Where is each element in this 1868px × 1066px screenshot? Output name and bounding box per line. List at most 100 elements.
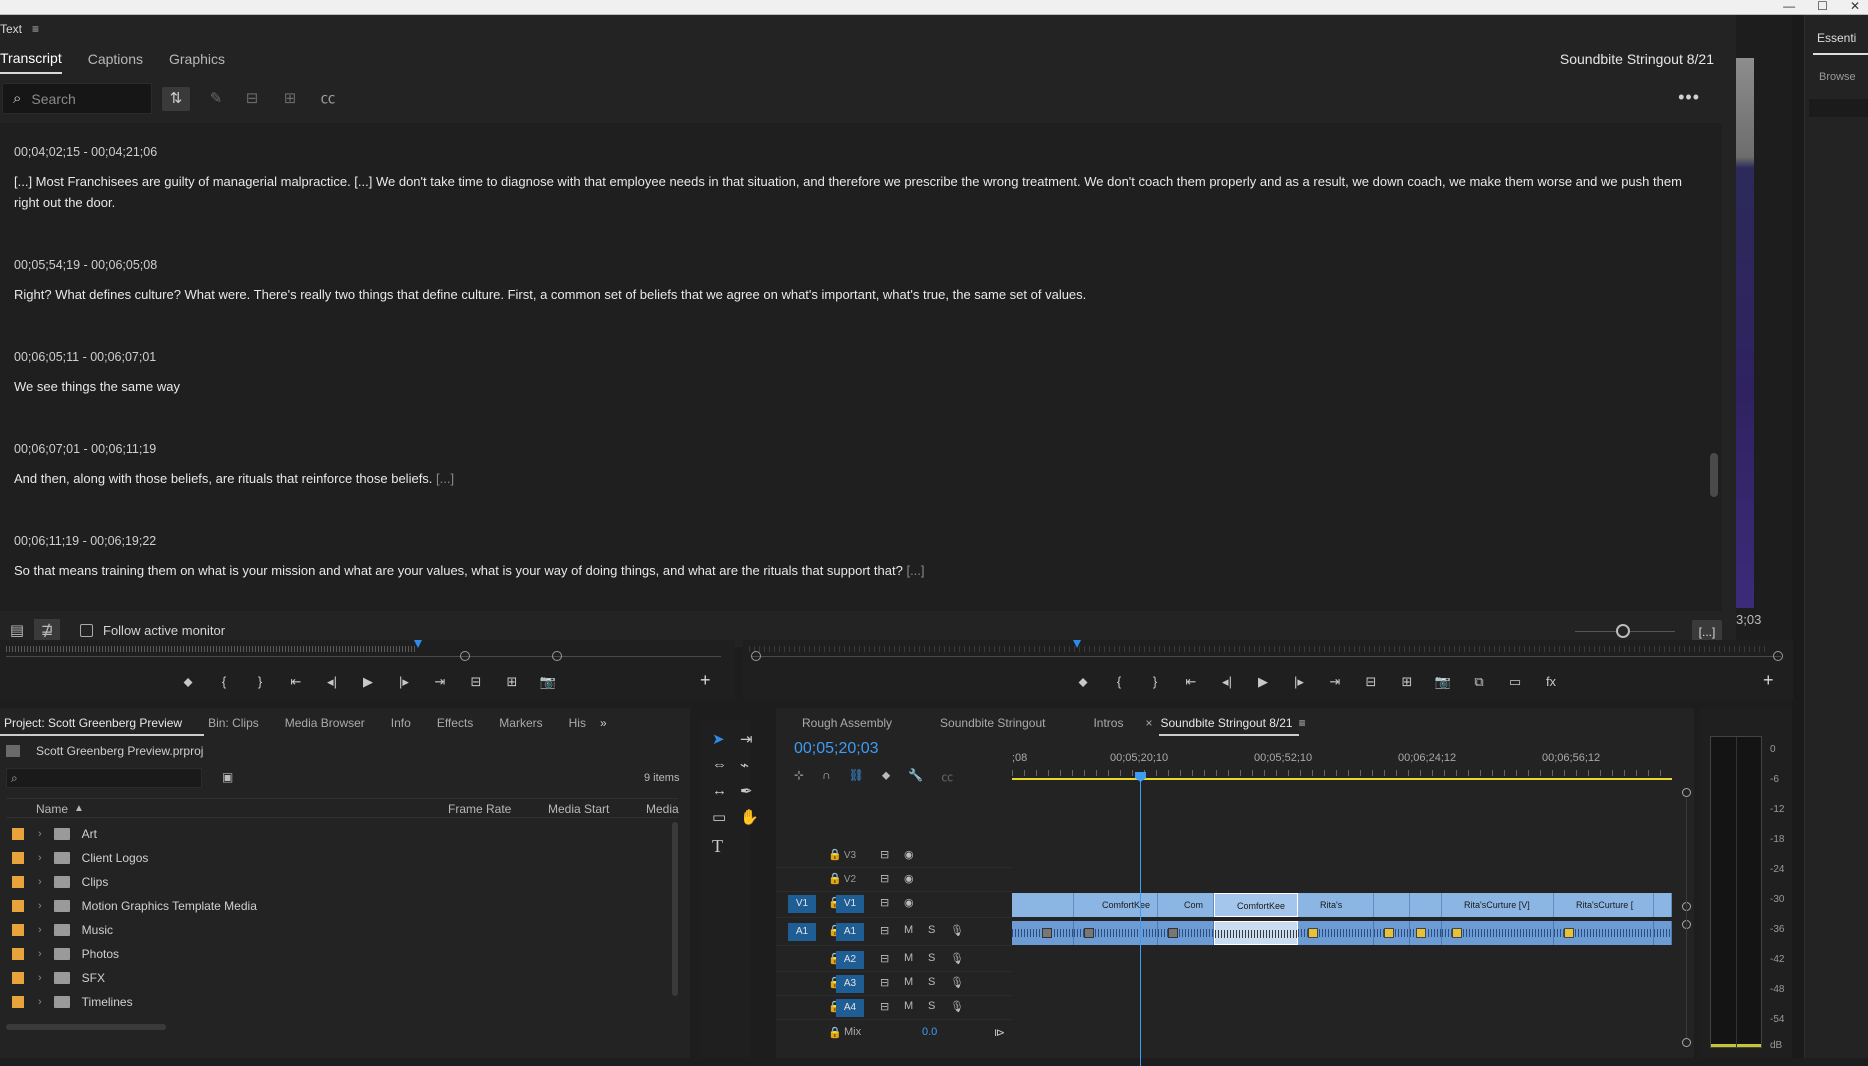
maximize-button[interactable]: ☐ (1817, 0, 1828, 15)
audio-clip[interactable] (1410, 921, 1442, 945)
list-item[interactable]: › Art (6, 822, 666, 846)
mark-in-icon[interactable]: { (206, 674, 242, 690)
export-frame-icon[interactable]: 📷 (1425, 674, 1461, 690)
eye-icon[interactable]: ◉ (904, 872, 914, 885)
mute-button[interactable]: M (904, 976, 913, 988)
track-label[interactable]: V3 (836, 847, 864, 865)
expand-arrow-icon[interactable]: › (38, 948, 42, 960)
go-to-out-icon[interactable]: ⇥ (1317, 674, 1353, 690)
track-label[interactable]: A3 (836, 975, 864, 993)
tab-bin-clips[interactable]: Bin: Clips (204, 716, 281, 730)
track-header-v3[interactable]: 🔒 V3 ⊟ ◉ (776, 844, 1012, 868)
track-label[interactable]: A4 (836, 999, 864, 1017)
step-forward-icon[interactable]: |▸ (1281, 674, 1317, 690)
tab-media-browser[interactable]: Media Browser (281, 716, 387, 730)
expand-arrow-icon[interactable]: › (38, 900, 42, 912)
track-header-v2[interactable]: 🔒 V2 ⊟ ◉ (776, 868, 1012, 892)
marker-icon[interactable]: ⬥ (170, 674, 206, 690)
lift-icon[interactable]: ⊟ (1353, 674, 1389, 690)
solo-button[interactable]: S (928, 1000, 935, 1012)
insert-icon[interactable]: ⊟ (458, 674, 494, 690)
transcript-entry[interactable]: 00;06;05;11 - 00;06;07;01 We see things … (14, 350, 1694, 397)
close-tab-icon[interactable]: × (1145, 716, 1152, 730)
sync-lock-icon[interactable]: ⊟ (880, 872, 889, 885)
track-height-handle[interactable] (1682, 1038, 1691, 1047)
add-button-icon[interactable]: + (700, 670, 711, 691)
project-scrollbar[interactable] (672, 822, 678, 996)
eye-icon[interactable]: ◉ (904, 848, 914, 861)
video-clip[interactable] (1374, 893, 1410, 917)
slip-tool-icon[interactable]: ↔ (712, 782, 727, 799)
expand-arrow-icon[interactable]: › (38, 828, 42, 840)
settings-wrench-icon[interactable]: 🔧 (908, 768, 923, 784)
sync-lock-icon[interactable]: ⊟ (880, 924, 889, 937)
solo-button[interactable]: S (928, 924, 935, 936)
vertical-scroll-track[interactable] (1686, 798, 1687, 1038)
list-item[interactable]: › Clips (6, 870, 666, 894)
more-tabs-icon[interactable]: » (600, 716, 607, 730)
captions-cc-icon[interactable]: ㏄ (314, 87, 342, 111)
search-input[interactable] (31, 90, 132, 107)
tab-project[interactable]: Project: Scott Greenberg Preview (0, 710, 205, 736)
solo-button[interactable]: S (928, 952, 935, 964)
track-header-a1[interactable]: A1 🔒 A1 ⊟ M S 🎙 (776, 920, 1012, 946)
zoom-slider-knob[interactable] (1616, 624, 1630, 638)
list-item[interactable]: › Photos (6, 942, 666, 966)
transcript-entry[interactable]: 00;06;07;01 - 00;06;11;19 And then, alon… (14, 442, 1694, 489)
track-header-a2[interactable]: 🔒 A2 ⊟ M S 🎙 (776, 948, 1012, 972)
type-tool-icon[interactable]: T (712, 836, 723, 857)
follow-checkbox[interactable] (80, 624, 93, 637)
selection-tool-icon[interactable]: ➤ (712, 730, 725, 748)
expand-arrow-icon[interactable]: › (38, 924, 42, 936)
audio-clip[interactable] (1012, 921, 1074, 945)
transcript-search[interactable]: ⌕ (2, 83, 152, 114)
audio-clip[interactable] (1554, 921, 1654, 945)
mute-button[interactable]: M (904, 952, 913, 964)
gap-marker[interactable]: [...] (436, 471, 454, 486)
sync-lock-icon[interactable]: ⊟ (880, 1000, 889, 1013)
vr-icon[interactable]: ▭ (1497, 674, 1533, 690)
go-to-out-icon[interactable]: ⇥ (422, 674, 458, 690)
source-zoom-handle-right[interactable] (552, 651, 562, 661)
overwrite-icon[interactable]: ⊞ (276, 87, 304, 111)
timeline-timecode[interactable]: 00;05;20;03 (794, 740, 879, 758)
tab-intros[interactable]: Intros (1067, 716, 1145, 730)
audio-clip[interactable] (1298, 921, 1374, 945)
play-icon[interactable]: ▶ (1245, 674, 1281, 690)
video-clip[interactable]: ComfortKee (1074, 893, 1158, 917)
voiceover-mic-icon[interactable]: 🎙 (950, 1000, 964, 1013)
overwrite-icon[interactable]: ⊞ (494, 674, 530, 690)
work-area-bar[interactable] (1012, 778, 1672, 780)
razor-tool-icon[interactable]: ⌁ (740, 756, 749, 774)
rectangle-tool-icon[interactable]: ▭ (712, 808, 726, 826)
list-item[interactable]: › SFX (6, 966, 666, 990)
essential-tab[interactable]: Essenti (1817, 31, 1856, 45)
go-to-in-icon[interactable]: ⇤ (278, 674, 314, 690)
expand-arrow-icon[interactable]: › (38, 996, 42, 1008)
minimize-button[interactable]: — (1783, 0, 1795, 15)
follow-monitor[interactable]: Follow active monitor (80, 623, 225, 638)
tab-transcript[interactable]: Transcript (0, 44, 62, 74)
source-zoom-handle-left[interactable] (460, 651, 470, 661)
sync-lock-icon[interactable]: ⊟ (880, 896, 889, 909)
track-label[interactable]: V2 (836, 871, 864, 889)
browse-field[interactable] (1809, 99, 1868, 117)
snap-icon[interactable]: ∩ (822, 768, 831, 784)
col-frame-rate[interactable]: Frame Rate (448, 802, 511, 816)
expand-arrow-icon[interactable]: › (38, 876, 42, 888)
step-forward-icon[interactable]: |▸ (386, 674, 422, 690)
program-zoom-handle-left[interactable] (751, 651, 761, 661)
program-ruler[interactable] (749, 646, 1769, 652)
compare-icon[interactable]: ⧉ (1461, 674, 1497, 690)
linked-selection-icon[interactable]: ⛓ (849, 768, 864, 784)
tab-soundbite-stringout[interactable]: Soundbite Stringout (914, 716, 1067, 730)
mark-out-icon[interactable]: } (242, 674, 278, 690)
list-item[interactable]: › Music (6, 918, 666, 942)
gap-marker[interactable]: [...] (906, 563, 924, 578)
fx-icon[interactable]: fx (1533, 674, 1569, 690)
transcript-entry[interactable]: 00;05;54;19 - 00;06;05;08 Right? What de… (14, 258, 1694, 305)
track-label[interactable]: A1 (836, 923, 864, 941)
panel-menu-icon[interactable]: ≡ (32, 22, 39, 36)
sync-lock-icon[interactable]: ⊟ (880, 952, 889, 965)
eye-icon[interactable]: ◉ (904, 896, 914, 909)
